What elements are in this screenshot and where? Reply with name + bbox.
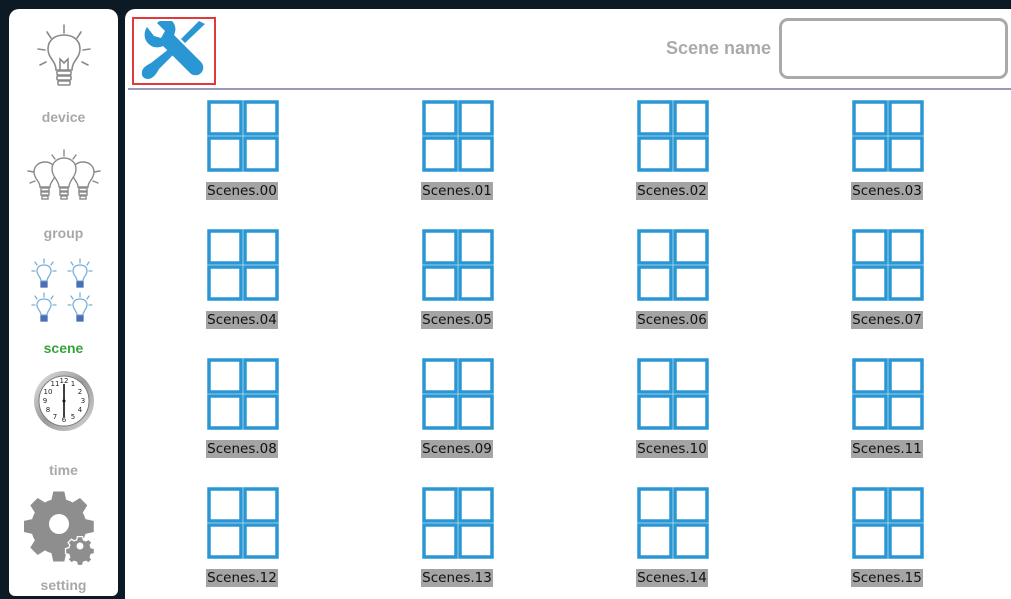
scene-label-text: Scenes.05 <box>421 311 493 329</box>
sidebar-item-label: setting <box>40 577 87 593</box>
sidebar-item-label: device <box>41 109 86 125</box>
svg-text:7: 7 <box>52 413 56 421</box>
scene-grid-icon <box>852 229 924 301</box>
svg-text:8: 8 <box>45 406 49 414</box>
scene-label-text: Scenes.00 <box>206 182 278 200</box>
gear-icon <box>23 491 95 567</box>
svg-text:9: 9 <box>42 397 46 405</box>
scene-label: Scenes.10 <box>617 440 727 458</box>
svg-text:5: 5 <box>70 413 74 421</box>
scene-tile[interactable]: Scenes.02 <box>617 100 727 212</box>
scene-label: Scenes.00 <box>187 182 297 200</box>
scene-grid-icon <box>422 229 494 301</box>
scene-label: Scenes.14 <box>617 569 727 587</box>
scene-label: Scenes.06 <box>617 311 727 329</box>
scene-tile[interactable]: Scenes.05 <box>402 229 512 341</box>
svg-text:2: 2 <box>77 388 81 396</box>
scene-label-text: Scenes.03 <box>851 182 923 200</box>
scene-label: Scenes.13 <box>402 569 512 587</box>
sidebar-item-label: scene <box>43 340 84 356</box>
scene-grid-icon <box>852 100 924 172</box>
scene-label-text: Scenes.04 <box>206 311 278 329</box>
scene-tile[interactable]: Scenes.13 <box>402 487 512 599</box>
clock-icon: 12 1 2 3 4 5 6 7 8 9 10 11 <box>33 371 94 431</box>
svg-text:11: 11 <box>50 380 59 388</box>
scene-label-text: Scenes.06 <box>636 311 708 329</box>
scene-label: Scenes.15 <box>832 569 942 587</box>
svg-text:4: 4 <box>77 406 82 414</box>
scene-label-text: Scenes.08 <box>206 440 278 458</box>
scene-tile[interactable]: Scenes.01 <box>402 100 512 212</box>
scene-grid-icon <box>852 358 924 430</box>
scene-grid-icon <box>207 229 279 301</box>
scene-label: Scenes.05 <box>402 311 512 329</box>
scene-label-text: Scenes.01 <box>421 182 493 200</box>
scene-label-text: Scenes.12 <box>206 569 278 587</box>
scene-label-text: Scenes.09 <box>421 440 493 458</box>
scene-label-text: Scenes.15 <box>851 569 923 587</box>
scene-tile[interactable]: Scenes.00 <box>187 100 297 212</box>
scene-grid-icon <box>207 358 279 430</box>
bulb-group-icon <box>26 149 101 200</box>
scene-grid-icon <box>422 100 494 172</box>
scene-label-text: Scenes.11 <box>851 440 923 458</box>
sidebar-item-time[interactable]: 12 1 2 3 4 5 6 7 8 9 10 11 time <box>9 359 118 478</box>
sidebar-item-group[interactable]: group <box>9 137 118 249</box>
sidebar: device group scene 12 1 2 3 4 5 6 7 8 9 … <box>9 9 118 596</box>
scene-grid-icon <box>637 100 709 172</box>
scene-label: Scenes.12 <box>187 569 297 587</box>
scene-tile[interactable]: Scenes.14 <box>617 487 727 599</box>
scene-label: Scenes.08 <box>187 440 297 458</box>
scene-bulbs-icon <box>30 258 93 322</box>
scene-grid-icon <box>207 487 279 559</box>
scene-grid-icon <box>422 487 494 559</box>
scene-tile[interactable]: Scenes.08 <box>187 358 297 470</box>
scene-label-text: Scenes.13 <box>421 569 493 587</box>
scene-grid-icon <box>637 487 709 559</box>
sidebar-item-device[interactable]: device <box>9 9 118 137</box>
app-frame: device group scene 12 1 2 3 4 5 6 7 8 9 … <box>0 0 1011 599</box>
scene-tile[interactable]: Scenes.04 <box>187 229 297 341</box>
scene-label-text: Scenes.10 <box>636 440 708 458</box>
scene-label: Scenes.04 <box>187 311 297 329</box>
scene-label: Scenes.11 <box>832 440 942 458</box>
scene-label: Scenes.07 <box>832 311 942 329</box>
svg-text:10: 10 <box>43 388 52 396</box>
scene-grid-icon <box>422 358 494 430</box>
scene-label-text: Scenes.02 <box>636 182 708 200</box>
scene-tile[interactable]: Scenes.10 <box>617 358 727 470</box>
scene-label: Scenes.09 <box>402 440 512 458</box>
svg-text:12: 12 <box>59 377 68 385</box>
scene-tile[interactable]: Scenes.12 <box>187 487 297 599</box>
scene-label-text: Scenes.14 <box>636 569 708 587</box>
scene-label: Scenes.01 <box>402 182 512 200</box>
svg-text:1: 1 <box>70 380 74 388</box>
tools-button[interactable] <box>132 17 216 85</box>
scene-tile[interactable]: Scenes.09 <box>402 358 512 470</box>
svg-text:3: 3 <box>80 397 84 405</box>
scene-grid-icon <box>637 229 709 301</box>
wrench-screwdriver-icon <box>141 21 205 79</box>
scene-name-input[interactable] <box>779 18 1008 79</box>
sidebar-item-scene[interactable]: scene <box>9 249 118 359</box>
scene-tile[interactable]: Scenes.03 <box>832 100 942 212</box>
scene-label-text: Scenes.07 <box>851 311 923 329</box>
sidebar-item-label: group <box>43 225 84 241</box>
scene-grid-icon <box>637 358 709 430</box>
scene-tile[interactable]: Scenes.07 <box>832 229 942 341</box>
scene-tile[interactable]: Scenes.06 <box>617 229 727 341</box>
scene-label: Scenes.02 <box>617 182 727 200</box>
sidebar-item-setting[interactable]: setting <box>9 477 118 596</box>
scene-tile[interactable]: Scenes.11 <box>832 358 942 470</box>
scene-tile[interactable]: Scenes.15 <box>832 487 942 599</box>
scene-name-label: Scene name <box>665 38 771 58</box>
svg-text:6: 6 <box>61 416 66 424</box>
bulb-icon <box>36 24 91 86</box>
header-divider <box>128 88 1011 90</box>
scene-grid-icon <box>852 487 924 559</box>
scene-label: Scenes.03 <box>832 182 942 200</box>
scene-grid-icon <box>207 100 279 172</box>
sidebar-item-label: time <box>49 462 78 478</box>
main-panel: Scene name Scenes.00 Scenes.01 Scenes.02 Sc… <box>125 9 1011 599</box>
